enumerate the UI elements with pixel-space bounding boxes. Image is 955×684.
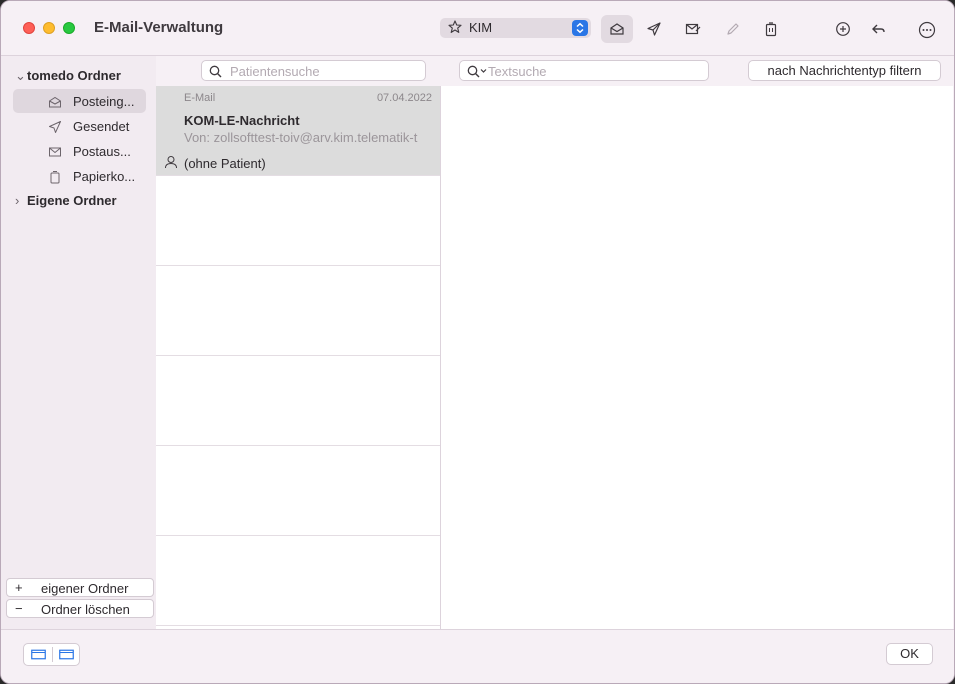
sidebar-item-label: Gesendet <box>73 119 130 134</box>
plus-circle-icon <box>836 22 850 36</box>
layout-toggle[interactable] <box>23 643 80 666</box>
segment-divider <box>52 647 53 662</box>
message-row[interactable]: E-Mail 07.04.2022 KOM-LE-Nachricht Von: … <box>156 86 440 176</box>
search-bar: Patientensuche Textsuche nach Nachrichte… <box>156 56 954 86</box>
message-date: 07.04.2022 <box>376 92 432 104</box>
sidebar-item-outbox[interactable]: Postaus... <box>13 139 146 163</box>
folder-sidebar: ⌄tomedo Ordner Posteing... Gesendet Post… <box>1 56 156 629</box>
layout-detail-icon[interactable] <box>59 649 74 660</box>
window-title: E-Mail-Verwaltung <box>94 19 224 36</box>
message-sender: Von: zollsofttest-toiv@arv.kim.telematik… <box>184 130 418 145</box>
patient-search-input[interactable]: Patientensuche <box>201 60 426 81</box>
inbox-tray-icon <box>49 96 61 108</box>
patient-search-placeholder: Patientensuche <box>230 64 320 79</box>
trash-icon <box>50 171 60 184</box>
more-button[interactable] <box>910 15 942 43</box>
title-bar: E-Mail-Verwaltung KIM <box>1 1 954 56</box>
delete-button[interactable] <box>755 15 787 43</box>
sidebar-item-sent[interactable]: Gesendet <box>13 114 146 138</box>
mailbox-select[interactable]: KIM <box>440 18 591 38</box>
folder-group-own[interactable]: › Eigene Ordner <box>15 193 117 208</box>
filter-message-type-button[interactable]: nach Nachrichtentyp filtern <box>748 60 941 81</box>
add-folder-button[interactable]: + eigener Ordner <box>6 578 154 597</box>
send-button[interactable] <box>638 15 670 43</box>
star-icon <box>448 20 462 37</box>
paper-plane-icon <box>49 121 61 133</box>
pen-icon <box>727 23 739 35</box>
envelope-icon <box>49 147 61 157</box>
bottom-bar: OK <box>1 629 954 683</box>
minimize-window-button[interactable] <box>43 22 55 34</box>
ellipsis-circle-icon <box>918 21 936 39</box>
select-stepper-icon <box>572 20 588 36</box>
empty-list-row <box>156 536 440 626</box>
message-type: E-Mail <box>184 92 216 104</box>
folder-group-label: Eigene Ordner <box>27 193 117 208</box>
reply-button[interactable] <box>863 15 895 43</box>
inbox-button[interactable] <box>601 15 633 43</box>
search-options-icon <box>467 65 487 78</box>
envelope-icon <box>685 23 701 35</box>
empty-list-row <box>156 446 440 536</box>
message-list: E-Mail 07.04.2022 KOM-LE-Nachricht Von: … <box>156 86 441 629</box>
sidebar-item-label: Postaus... <box>73 144 131 159</box>
sidebar-item-inbox[interactable]: Posteing... <box>13 89 146 113</box>
add-button[interactable] <box>827 15 859 43</box>
sidebar-item-label: Papierko... <box>73 169 136 184</box>
message-subject: KOM-LE-Nachricht <box>184 113 300 128</box>
person-icon <box>164 155 178 174</box>
delete-folder-button[interactable]: − Ordner löschen <box>6 599 154 618</box>
layout-list-icon[interactable] <box>31 649 46 660</box>
chevron-down-icon: ⌄ <box>15 68 26 83</box>
empty-list-row <box>156 266 440 356</box>
paper-plane-icon <box>647 22 661 36</box>
plus-icon: + <box>15 580 23 595</box>
chevron-right-icon: › <box>15 193 20 208</box>
mailbox-select-value: KIM <box>469 20 493 35</box>
message-detail-pane <box>441 86 953 629</box>
empty-list-row <box>156 176 440 266</box>
empty-list-row <box>156 356 440 446</box>
text-search-input[interactable]: Textsuche <box>459 60 709 81</box>
message-patient: (ohne Patient) <box>184 156 266 171</box>
reply-arrow-icon <box>872 24 885 34</box>
inbox-tray-icon <box>610 23 624 35</box>
add-folder-label: eigener Ordner <box>41 581 129 596</box>
delete-folder-label: Ordner löschen <box>41 602 130 617</box>
sign-button[interactable] <box>717 15 749 43</box>
mail-management-window: E-Mail-Verwaltung KIM ⌄tomedo Ordner Pos… <box>0 0 955 684</box>
text-search-placeholder: Textsuche <box>488 64 547 79</box>
zoom-window-button[interactable] <box>63 22 75 34</box>
folder-group-label: tomedo Ordner <box>27 68 121 83</box>
sidebar-item-trash[interactable]: Papierko... <box>13 164 146 188</box>
search-icon <box>209 65 222 78</box>
sidebar-item-label: Posteing... <box>73 94 135 109</box>
new-mail-button[interactable] <box>677 15 709 43</box>
ok-button[interactable]: OK <box>886 643 933 665</box>
folder-group-tomedo[interactable]: ⌄tomedo Ordner <box>15 68 121 84</box>
minus-icon: − <box>15 601 23 616</box>
trash-icon <box>765 22 777 37</box>
close-window-button[interactable] <box>23 22 35 34</box>
